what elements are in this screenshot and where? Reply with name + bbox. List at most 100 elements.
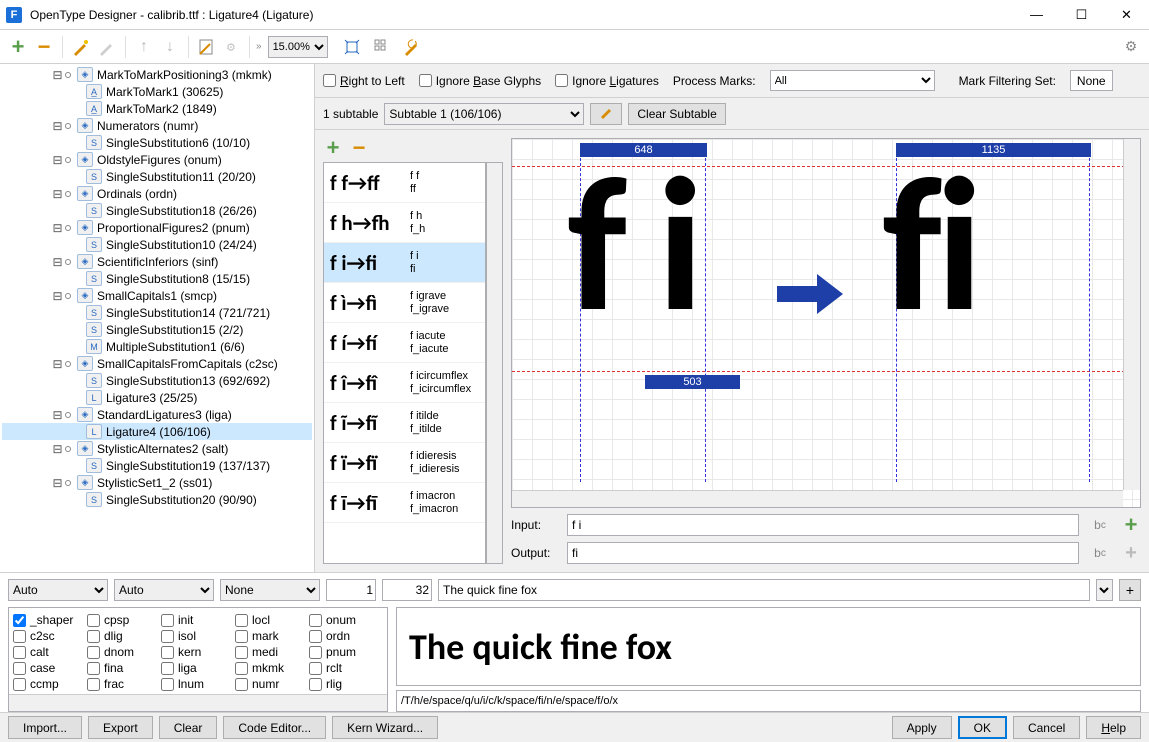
tree-item[interactable]: SSingleSubstitution11 (20/20) [2, 168, 312, 185]
tree-item[interactable]: ⊟◈StandardLigatures3 (liga) [2, 406, 312, 423]
feature-isol[interactable]: isol [161, 628, 235, 644]
feature-ccmp[interactable]: ccmp [13, 676, 87, 692]
feature-case[interactable]: case [13, 660, 87, 676]
lookup-tree[interactable]: ⊟◈MarkToMarkPositioning3 (mkmk)A̲MarkToM… [0, 64, 314, 572]
feature-mark[interactable]: mark [235, 628, 309, 644]
feature-locl[interactable]: locl [235, 612, 309, 628]
feature-pnum[interactable]: pnum [309, 644, 383, 660]
ligature-list[interactable]: f f→fff ffff h→fhf hf_hf i→fif ifif ì→fì… [323, 162, 486, 564]
feature-mkmk[interactable]: mkmk [235, 660, 309, 676]
grid-icon[interactable] [372, 37, 392, 57]
feature-cpsp[interactable]: cpsp [87, 612, 161, 628]
add-icon[interactable]: + [8, 37, 28, 57]
tree-item[interactable]: SSingleSubstitution13 (692/692) [2, 372, 312, 389]
feature-frac[interactable]: frac [87, 676, 161, 692]
lang-select[interactable]: None [220, 579, 320, 601]
tree-item[interactable]: SSingleSubstitution18 (26/26) [2, 202, 312, 219]
ok-button[interactable]: OK [958, 716, 1007, 739]
wizard-icon[interactable] [71, 37, 91, 57]
ligature-row[interactable]: f ï→fïf idieresisf_idieresis [324, 443, 485, 483]
ligature-row[interactable]: f ĩ→fĩf itildef_itilde [324, 403, 485, 443]
feature-onum[interactable]: onum [309, 612, 383, 628]
preview-text-input[interactable] [438, 579, 1090, 601]
ignore-base-checkbox[interactable]: Ignore Base Glyphs [419, 74, 541, 88]
ligature-row[interactable]: f ì→fìf igravef_igrave [324, 283, 485, 323]
feature-rlig[interactable]: rlig [309, 676, 383, 692]
spin-1[interactable] [326, 579, 376, 601]
input-field[interactable] [567, 514, 1079, 536]
apply-button[interactable]: Apply [892, 716, 952, 739]
canvas-v-scrollbar[interactable] [1123, 139, 1140, 490]
canvas-h-scrollbar[interactable] [512, 490, 1123, 507]
feature-init[interactable]: init [161, 612, 235, 628]
feature-numr[interactable]: numr [235, 676, 309, 692]
tree-item[interactable]: ⊟◈Numerators (numr) [2, 117, 312, 134]
feature-rclt[interactable]: rclt [309, 660, 383, 676]
tree-item[interactable]: SSingleSubstitution19 (137/137) [2, 457, 312, 474]
script-icon[interactable] [197, 37, 217, 57]
spin-2[interactable] [382, 579, 432, 601]
preview-history[interactable] [1096, 579, 1113, 601]
clear-subtable-button[interactable]: Clear Subtable [628, 103, 725, 125]
tree-item[interactable]: MMultipleSubstitution1 (6/6) [2, 338, 312, 355]
input-assist-icon[interactable]: bc [1085, 518, 1115, 532]
render-mode-2[interactable]: Auto [114, 579, 214, 601]
refresh-icon[interactable] [402, 37, 422, 57]
feature-dlig[interactable]: dlig [87, 628, 161, 644]
decomposition-field[interactable] [396, 690, 1141, 712]
remove-icon[interactable]: − [34, 37, 54, 57]
export-button[interactable]: Export [88, 716, 153, 739]
help-button[interactable]: Help [1086, 716, 1141, 739]
tree-item[interactable]: SSingleSubstitution20 (90/90) [2, 491, 312, 508]
zoom-combo[interactable]: 15.00% [268, 36, 328, 58]
ligature-row[interactable]: f h→fhf hf_h [324, 203, 485, 243]
tree-item[interactable]: ⊟◈StylisticAlternates2 (salt) [2, 440, 312, 457]
subtable-wizard-button[interactable] [590, 103, 622, 125]
ignore-liga-checkbox[interactable]: Ignore Ligatures [555, 74, 659, 88]
output-assist-icon[interactable]: bc [1085, 546, 1115, 560]
maximize-button[interactable]: ☐ [1059, 0, 1104, 30]
minimize-button[interactable]: — [1014, 0, 1059, 30]
tree-item[interactable]: ⊟◈StylisticSet1_2 (ss01) [2, 474, 312, 491]
tree-item[interactable]: LLigature3 (25/25) [2, 389, 312, 406]
tree-item[interactable]: ⊟◈SmallCapitals1 (smcp) [2, 287, 312, 304]
mfs-value[interactable]: None [1070, 70, 1113, 91]
feature-kern[interactable]: kern [161, 644, 235, 660]
feature-ordn[interactable]: ordn [309, 628, 383, 644]
clear-button[interactable]: Clear [159, 716, 218, 739]
render-mode-1[interactable]: Auto [8, 579, 108, 601]
tree-item[interactable]: SSingleSubstitution14 (721/721) [2, 304, 312, 321]
features-h-scrollbar[interactable] [9, 694, 387, 711]
feature-dnom[interactable]: dnom [87, 644, 161, 660]
output-field[interactable] [567, 542, 1079, 564]
ligature-row[interactable]: f f→fff fff [324, 163, 485, 203]
tree-item[interactable]: SSingleSubstitution15 (2/2) [2, 321, 312, 338]
tree-item[interactable]: ⊟◈MarkToMarkPositioning3 (mkmk) [2, 66, 312, 83]
subtable-select[interactable]: Subtable 1 (106/106) [384, 103, 584, 125]
tree-item[interactable]: A̲MarkToMark1 (30625) [2, 83, 312, 100]
expand-chevrons-icon[interactable]: » [256, 41, 262, 52]
add-ligature-icon[interactable]: + [323, 138, 343, 158]
ligature-row[interactable]: f ī→fīf imacronf_imacron [324, 483, 485, 523]
tree-item[interactable]: ⊟◈SmallCapitalsFromCapitals (c2sc) [2, 355, 312, 372]
feature-fina[interactable]: fina [87, 660, 161, 676]
fit-icon[interactable] [342, 37, 362, 57]
settings-gear-icon[interactable]: ⚙ [1121, 37, 1141, 57]
wizard2-icon[interactable] [97, 37, 117, 57]
ligature-row[interactable]: f i→fif ifi [324, 243, 485, 283]
move-down-icon[interactable]: ↓ [160, 37, 180, 57]
import-button[interactable]: Import... [8, 716, 82, 739]
rtl-checkbox[interactable]: Right to Left [323, 74, 405, 88]
process-marks-select[interactable]: All [770, 70, 935, 91]
kern-wizard-button[interactable]: Kern Wizard... [332, 716, 438, 739]
tree-item[interactable]: SSingleSubstitution6 (10/10) [2, 134, 312, 151]
code-editor-button[interactable]: Code Editor... [223, 716, 326, 739]
move-up-icon[interactable]: ↑ [134, 37, 154, 57]
tree-item[interactable]: A̲MarkToMark2 (1849) [2, 100, 312, 117]
feature-calt[interactable]: calt [13, 644, 87, 660]
ligature-row[interactable]: f í→fíf iacutef_iacute [324, 323, 485, 363]
tree-item[interactable]: ⊟◈ProportionalFigures2 (pnum) [2, 219, 312, 236]
feature-lnum[interactable]: lnum [161, 676, 235, 692]
glyph-preview-canvas[interactable]: 648 1135 503 f i fi [511, 138, 1141, 508]
add-preview-button[interactable]: + [1119, 579, 1141, 601]
